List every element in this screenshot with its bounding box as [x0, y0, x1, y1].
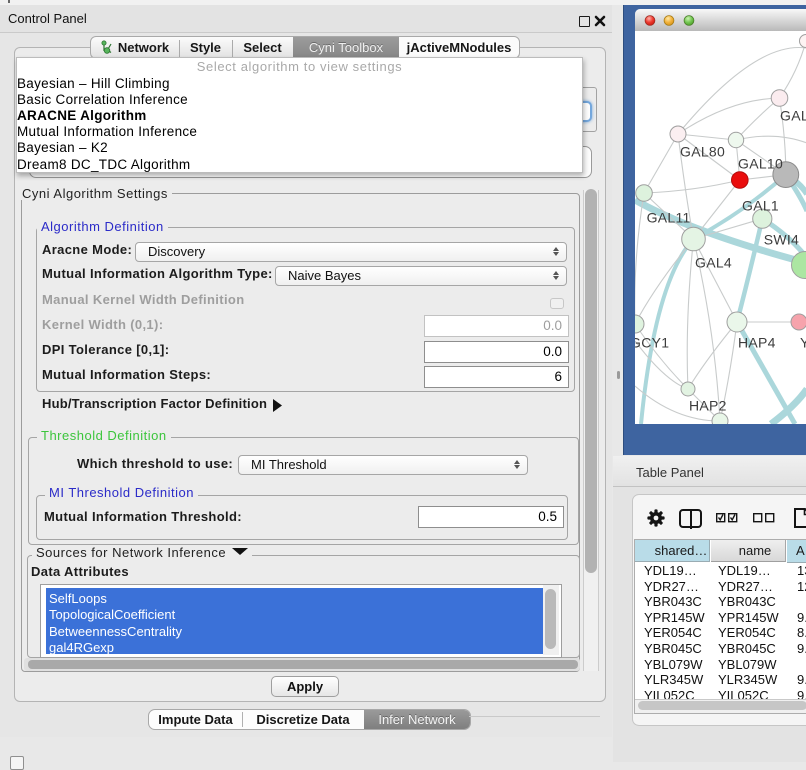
svg-text:GAL80: GAL80	[680, 144, 725, 160]
svg-text:GAL1: GAL1	[742, 198, 779, 214]
svg-text:GAL11: GAL11	[647, 210, 691, 226]
svg-text:GAL10: GAL10	[738, 156, 783, 172]
svg-text:SWI4: SWI4	[764, 232, 799, 248]
svg-text:GCY1: GCY1	[635, 335, 669, 351]
svg-text:Y: Y	[800, 335, 806, 351]
svg-text:GAL7: GAL7	[780, 108, 806, 124]
svg-text:GAL4: GAL4	[695, 255, 732, 271]
svg-text:HAP2: HAP2	[689, 398, 727, 414]
svg-text:HAP4: HAP4	[738, 335, 776, 351]
